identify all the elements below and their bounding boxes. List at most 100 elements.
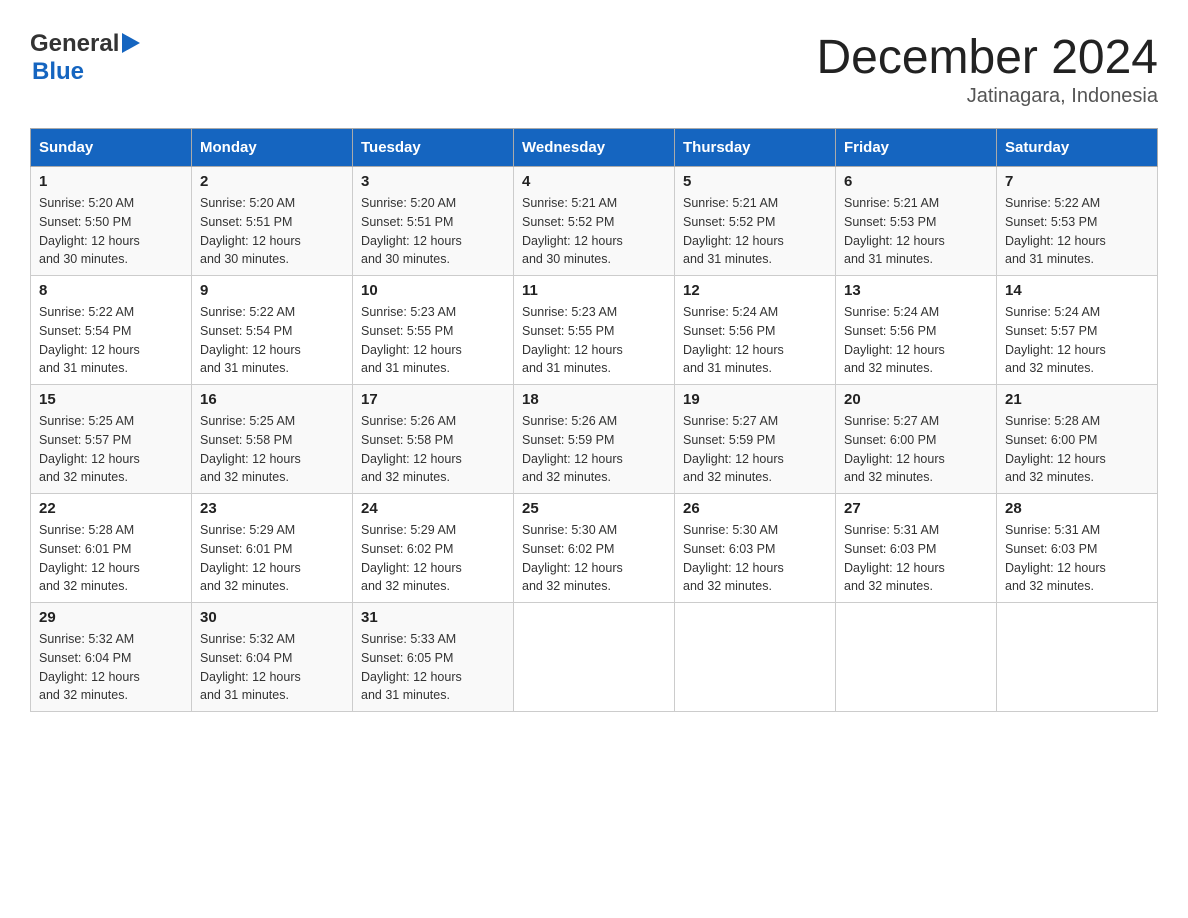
day-info: Sunrise: 5:21 AMSunset: 5:52 PMDaylight:… [522,194,666,269]
week-row-4: 22 Sunrise: 5:28 AMSunset: 6:01 PMDayligh… [31,494,1158,603]
day-info: Sunrise: 5:27 AMSunset: 6:00 PMDaylight:… [844,412,988,487]
day-info: Sunrise: 5:29 AMSunset: 6:02 PMDaylight:… [361,521,505,596]
day-info: Sunrise: 5:22 AMSunset: 5:54 PMDaylight:… [200,303,344,378]
col-header-thursday: Thursday [675,129,836,167]
day-number: 10 [361,282,505,299]
col-header-tuesday: Tuesday [353,129,514,167]
day-info: Sunrise: 5:24 AMSunset: 5:56 PMDaylight:… [844,303,988,378]
day-cell-28: 28 Sunrise: 5:31 AMSunset: 6:03 PMDayligh… [997,494,1158,603]
day-info: Sunrise: 5:31 AMSunset: 6:03 PMDaylight:… [844,521,988,596]
day-info: Sunrise: 5:28 AMSunset: 6:01 PMDaylight:… [39,521,183,596]
week-row-2: 8 Sunrise: 5:22 AMSunset: 5:54 PMDaylight… [31,276,1158,385]
day-cell-21: 21 Sunrise: 5:28 AMSunset: 6:00 PMDayligh… [997,385,1158,494]
empty-cell [675,603,836,712]
day-number: 2 [200,173,344,190]
day-number: 8 [39,282,183,299]
day-cell-11: 11Sunrise: 5:23 AMSunset: 5:55 PMDayligh… [514,276,675,385]
day-cell-3: 3 Sunrise: 5:20 AMSunset: 5:51 PMDaylight… [353,167,514,276]
logo-blue-text: Blue [32,58,84,85]
day-info: Sunrise: 5:21 AMSunset: 5:53 PMDaylight:… [844,194,988,269]
day-cell-26: 26 Sunrise: 5:30 AMSunset: 6:03 PMDayligh… [675,494,836,603]
logo: General Blue [30,30,140,86]
day-cell-5: 5 Sunrise: 5:21 AMSunset: 5:52 PMDaylight… [675,167,836,276]
day-cell-14: 14Sunrise: 5:24 AMSunset: 5:57 PMDayligh… [997,276,1158,385]
day-info: Sunrise: 5:22 AMSunset: 5:54 PMDaylight:… [39,303,183,378]
page-header: General Blue December 2024 Jatinagara, I… [30,30,1158,108]
day-number: 1 [39,173,183,190]
day-cell-17: 17 Sunrise: 5:26 AMSunset: 5:58 PMDayligh… [353,385,514,494]
day-info: Sunrise: 5:22 AMSunset: 5:53 PMDaylight:… [1005,194,1149,269]
day-cell-18: 18Sunrise: 5:26 AMSunset: 5:59 PMDayligh… [514,385,675,494]
col-header-wednesday: Wednesday [514,129,675,167]
day-number: 17 [361,391,505,408]
day-cell-27: 27Sunrise: 5:31 AMSunset: 6:03 PMDayligh… [836,494,997,603]
day-number: 4 [522,173,666,190]
day-number: 15 [39,391,183,408]
day-number: 26 [683,500,827,517]
day-cell-15: 15 Sunrise: 5:25 AMSunset: 5:57 PMDayligh… [31,385,192,494]
day-info: Sunrise: 5:33 AMSunset: 6:05 PMDaylight:… [361,630,505,705]
day-number: 28 [1005,500,1149,517]
day-number: 24 [361,500,505,517]
day-info: Sunrise: 5:31 AMSunset: 6:03 PMDaylight:… [1005,521,1149,596]
day-number: 13 [844,282,988,299]
day-number: 9 [200,282,344,299]
day-info: Sunrise: 5:20 AMSunset: 5:50 PMDaylight:… [39,194,183,269]
day-number: 29 [39,609,183,626]
week-row-1: 1 Sunrise: 5:20 AMSunset: 5:50 PMDaylight… [31,167,1158,276]
day-number: 25 [522,500,666,517]
day-number: 7 [1005,173,1149,190]
day-info: Sunrise: 5:30 AMSunset: 6:03 PMDaylight:… [683,521,827,596]
title-section: December 2024 Jatinagara, Indonesia [816,30,1158,108]
day-info: Sunrise: 5:24 AMSunset: 5:56 PMDaylight:… [683,303,827,378]
day-number: 16 [200,391,344,408]
day-number: 21 [1005,391,1149,408]
day-number: 20 [844,391,988,408]
week-row-5: 29 Sunrise: 5:32 AMSunset: 6:04 PMDayligh… [31,603,1158,712]
logo-triangle-icon [122,33,140,58]
calendar-table: SundayMondayTuesdayWednesdayThursdayFrid… [30,128,1158,712]
day-info: Sunrise: 5:20 AMSunset: 5:51 PMDaylight:… [200,194,344,269]
col-header-monday: Monday [192,129,353,167]
day-cell-23: 23 Sunrise: 5:29 AMSunset: 6:01 PMDayligh… [192,494,353,603]
location-subtitle: Jatinagara, Indonesia [816,85,1158,108]
day-cell-19: 19 Sunrise: 5:27 AMSunset: 5:59 PMDayligh… [675,385,836,494]
day-info: Sunrise: 5:28 AMSunset: 6:00 PMDaylight:… [1005,412,1149,487]
day-cell-10: 10 Sunrise: 5:23 AMSunset: 5:55 PMDayligh… [353,276,514,385]
day-cell-1: 1 Sunrise: 5:20 AMSunset: 5:50 PMDaylight… [31,167,192,276]
day-info: Sunrise: 5:29 AMSunset: 6:01 PMDaylight:… [200,521,344,596]
day-cell-22: 22 Sunrise: 5:28 AMSunset: 6:01 PMDayligh… [31,494,192,603]
day-info: Sunrise: 5:27 AMSunset: 5:59 PMDaylight:… [683,412,827,487]
day-number: 12 [683,282,827,299]
day-info: Sunrise: 5:20 AMSunset: 5:51 PMDaylight:… [361,194,505,269]
col-header-sunday: Sunday [31,129,192,167]
day-cell-31: 31Sunrise: 5:33 AMSunset: 6:05 PMDayligh… [353,603,514,712]
day-info: Sunrise: 5:23 AMSunset: 5:55 PMDaylight:… [361,303,505,378]
empty-cell [997,603,1158,712]
day-cell-4: 4 Sunrise: 5:21 AMSunset: 5:52 PMDaylight… [514,167,675,276]
day-number: 3 [361,173,505,190]
day-info: Sunrise: 5:25 AMSunset: 5:57 PMDaylight:… [39,412,183,487]
day-info: Sunrise: 5:32 AMSunset: 6:04 PMDaylight:… [39,630,183,705]
day-number: 19 [683,391,827,408]
day-cell-25: 25Sunrise: 5:30 AMSunset: 6:02 PMDayligh… [514,494,675,603]
day-number: 23 [200,500,344,517]
day-number: 6 [844,173,988,190]
day-info: Sunrise: 5:25 AMSunset: 5:58 PMDaylight:… [200,412,344,487]
day-cell-8: 8 Sunrise: 5:22 AMSunset: 5:54 PMDaylight… [31,276,192,385]
day-info: Sunrise: 5:26 AMSunset: 5:59 PMDaylight:… [522,412,666,487]
empty-cell [514,603,675,712]
day-number: 11 [522,282,666,299]
day-info: Sunrise: 5:26 AMSunset: 5:58 PMDaylight:… [361,412,505,487]
day-cell-2: 2 Sunrise: 5:20 AMSunset: 5:51 PMDaylight… [192,167,353,276]
day-cell-9: 9 Sunrise: 5:22 AMSunset: 5:54 PMDaylight… [192,276,353,385]
day-cell-29: 29 Sunrise: 5:32 AMSunset: 6:04 PMDayligh… [31,603,192,712]
day-cell-16: 16 Sunrise: 5:25 AMSunset: 5:58 PMDayligh… [192,385,353,494]
day-number: 22 [39,500,183,517]
day-cell-6: 6 Sunrise: 5:21 AMSunset: 5:53 PMDaylight… [836,167,997,276]
day-info: Sunrise: 5:21 AMSunset: 5:52 PMDaylight:… [683,194,827,269]
logo-general-text: General [30,30,119,58]
day-cell-30: 30Sunrise: 5:32 AMSunset: 6:04 PMDayligh… [192,603,353,712]
day-number: 5 [683,173,827,190]
day-cell-13: 13 Sunrise: 5:24 AMSunset: 5:56 PMDayligh… [836,276,997,385]
